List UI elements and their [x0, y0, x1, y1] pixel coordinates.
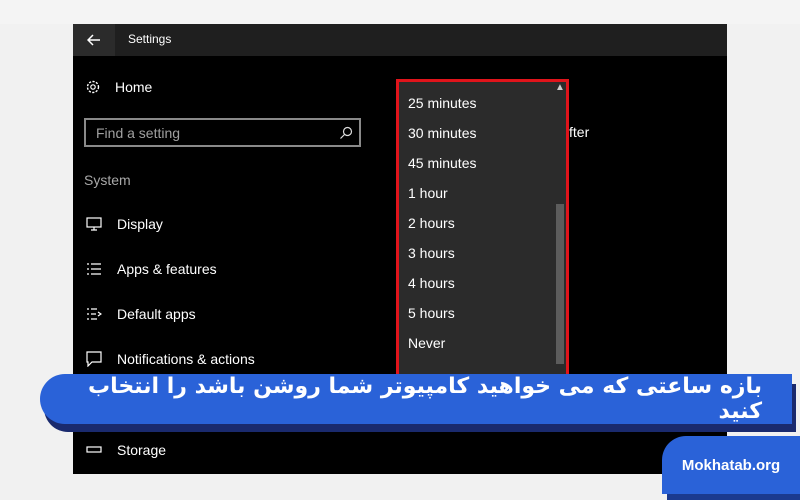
dropdown-option[interactable]: 4 hours	[408, 275, 455, 291]
sidebar-item-storage[interactable]: Storage	[85, 442, 166, 458]
search-placeholder: Find a setting	[96, 124, 181, 141]
section-label: System	[84, 172, 131, 188]
brand-badge: Mokhatab.org	[662, 436, 800, 494]
sidebar-item-display[interactable]: Display	[85, 216, 163, 232]
dropdown-option[interactable]: 25 minutes	[408, 95, 476, 111]
default-apps-icon	[85, 307, 103, 321]
search-icon	[340, 126, 353, 139]
caption-text: بازه ساعتی که می خواهید کامپیوتر شما روش…	[88, 374, 762, 424]
sidebar-item-label: Notifications & actions	[117, 351, 255, 367]
sidebar-item-notifications[interactable]: Notifications & actions	[85, 351, 255, 367]
sidebar-item-label: Storage	[117, 442, 167, 458]
list-icon	[85, 262, 103, 276]
dropdown-option[interactable]: 3 hours	[408, 245, 455, 261]
gear-icon	[86, 80, 100, 94]
dropdown-option[interactable]: 45 minutes	[408, 155, 476, 171]
setting-label-partial: fter	[569, 124, 590, 140]
time-dropdown-list[interactable]: 25 minutes 30 minutes 45 minutes 1 hour …	[396, 79, 569, 394]
home-label: Home	[115, 79, 153, 95]
dropdown-option[interactable]: 1 hour	[408, 185, 448, 201]
sidebar-item-default-apps[interactable]: Default apps	[85, 306, 196, 322]
window-title: Settings	[128, 32, 172, 46]
scrollbar-thumb[interactable]	[556, 204, 564, 364]
home-link[interactable]: Home	[85, 79, 152, 95]
sidebar-item-label: Apps & features	[117, 261, 217, 277]
search-input[interactable]: Find a setting	[84, 118, 361, 147]
scroll-up-icon[interactable]: ▲	[555, 82, 565, 93]
back-button[interactable]	[73, 24, 115, 56]
notification-icon	[85, 351, 103, 367]
storage-icon	[85, 446, 103, 454]
dropdown-option[interactable]: 30 minutes	[408, 125, 476, 141]
sidebar-item-apps-features[interactable]: Apps & features	[85, 261, 217, 277]
sidebar-item-label: Default apps	[117, 306, 196, 322]
dropdown-option[interactable]: 5 hours	[408, 305, 455, 321]
dropdown-option[interactable]: Never	[408, 335, 445, 351]
back-arrow-icon	[87, 34, 100, 46]
brand-label: Mokhatab.org	[681, 456, 781, 474]
dropdown-option[interactable]: 2 hours	[408, 215, 455, 231]
monitor-icon	[85, 217, 103, 231]
sidebar-item-label: Display	[117, 216, 163, 232]
page-top-strip	[0, 0, 800, 24]
title-bar: Settings	[73, 24, 727, 56]
